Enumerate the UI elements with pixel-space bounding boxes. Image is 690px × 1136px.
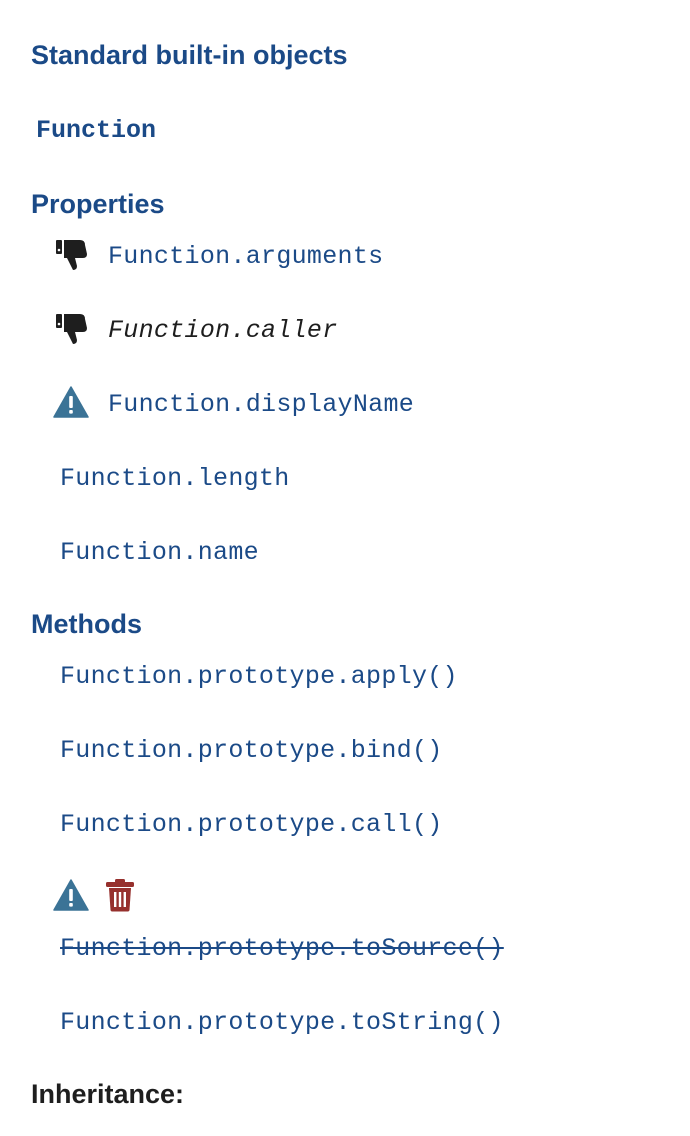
property-link-displayname[interactable]: Function.displayName: [108, 392, 414, 417]
inheritance-heading: Inheritance:: [31, 1079, 185, 1109]
object-title-link[interactable]: Function: [36, 118, 156, 143]
methods-heading: Methods: [31, 609, 142, 639]
section-title[interactable]: Standard built-in objects: [31, 42, 348, 69]
property-link-name[interactable]: Function.name: [60, 540, 259, 565]
method-link-bind[interactable]: Function.prototype.bind(): [60, 738, 443, 763]
property-link-arguments[interactable]: Function.arguments: [108, 244, 383, 269]
property-link-caller[interactable]: Function.caller: [108, 318, 338, 343]
method-link-call[interactable]: Function.prototype.call(): [60, 812, 443, 837]
thumbs-down-icon: [54, 238, 90, 277]
method-link-tosource[interactable]: Function.prototype.toSource(): [60, 936, 504, 961]
trash-icon: [104, 878, 136, 917]
properties-heading: Properties: [31, 189, 165, 219]
warning-icon: [53, 386, 89, 423]
property-link-length[interactable]: Function.length: [60, 466, 290, 491]
method-link-tostring[interactable]: Function.prototype.toString(): [60, 1010, 504, 1035]
method-link-apply[interactable]: Function.prototype.apply(): [60, 664, 458, 689]
warning-icon: [53, 879, 89, 916]
thumbs-down-icon: [54, 312, 90, 351]
